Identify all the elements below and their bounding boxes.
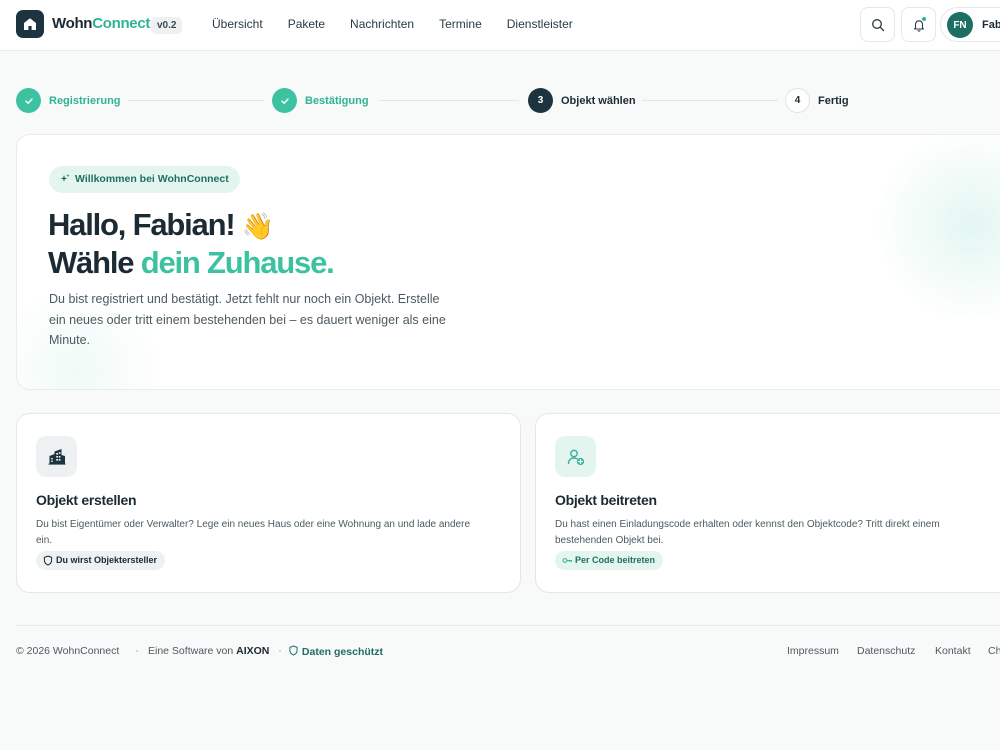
user-name: Fab [982, 19, 1000, 31]
step-connector [379, 100, 519, 101]
check-icon [280, 97, 289, 104]
step-connector [128, 100, 264, 101]
footer-link-truncated[interactable]: Ch [988, 645, 1000, 657]
footer-separator [136, 650, 138, 652]
key-icon [562, 558, 572, 563]
nav-pakete[interactable]: Pakete [288, 17, 325, 31]
creator-badge: Du wirst Objektersteller [36, 551, 166, 570]
join-object-card[interactable]: Objekt beitreten Du hast einen Einladung… [535, 413, 1000, 593]
step-connector [642, 100, 778, 101]
step-fertig-number: 4 [785, 88, 810, 113]
search-button[interactable] [860, 7, 895, 42]
footer-link-impressum[interactable]: Impressum [787, 645, 839, 657]
nav-nachrichten[interactable]: Nachrichten [350, 17, 414, 31]
card-title: Objekt beitreten [555, 492, 657, 508]
footer-separator [279, 650, 281, 652]
shield-icon [43, 555, 53, 566]
nav-dienstleister[interactable]: Dienstleister [507, 17, 573, 31]
footer-software-credit: Eine Software von AIXON [148, 645, 270, 657]
step-objekt-waehlen-number: 3 [528, 88, 553, 113]
main-nav: Übersicht Pakete Nachrichten Termine Die… [212, 17, 598, 31]
hero-description: Du bist registriert und bestätigt. Jetzt… [49, 292, 446, 347]
version-badge: v0.2 [151, 17, 183, 34]
card-title: Objekt erstellen [36, 492, 137, 508]
nav-termine[interactable]: Termine [439, 17, 482, 31]
user-plus-icon [555, 436, 596, 477]
welcome-hero-card: Willkommen bei WohnConnect Hallo, Fabian… [16, 134, 1000, 390]
waving-hand-icon: 👋 [241, 212, 275, 242]
step-label-bestaetigung: Bestätigung [305, 95, 369, 107]
step-label-fertig: Fertig [818, 95, 849, 107]
sparkle-icon [60, 174, 70, 182]
shield-icon [289, 645, 298, 656]
search-icon [871, 18, 884, 31]
notification-dot [922, 17, 926, 21]
check-icon [24, 97, 33, 104]
notifications-button[interactable] [901, 7, 936, 42]
footer-privacy-badge: Daten geschützt [288, 645, 383, 658]
join-by-code-badge[interactable]: Per Code beitreten [555, 551, 664, 570]
welcome-pill: Willkommen bei WohnConnect [49, 166, 240, 193]
footer-link-kontakt[interactable]: Kontakt [935, 645, 971, 657]
step-label-objekt-waehlen: Objekt wählen [561, 95, 636, 107]
footer-link-datenschutz[interactable]: Datenschutz [857, 645, 915, 657]
decorative-glow [872, 135, 1000, 325]
create-object-card[interactable]: Objekt erstellen Du bist Eigentümer oder… [16, 413, 521, 593]
brand-name[interactable]: WohnConnect [52, 15, 150, 32]
logo-home-icon[interactable] [16, 10, 44, 38]
card-description: Du hast einen Einladungscode erhalten od… [555, 519, 940, 546]
top-navigation-bar: WohnConnect v0.2 Übersicht Pakete Nachri… [0, 0, 1000, 51]
greeting-text: Hallo, Fabian! [48, 207, 236, 242]
building-icon [36, 436, 77, 477]
avatar: FN [947, 12, 973, 38]
footer-divider [16, 625, 1000, 626]
footer-copyright: © 2026 WohnConnect [16, 645, 120, 657]
step-label-registrierung: Registrierung [49, 95, 121, 107]
nav-uebersicht[interactable]: Übersicht [212, 17, 263, 31]
card-description: Du bist Eigentümer oder Verwalter? Lege … [36, 519, 470, 546]
heading-accent: dein Zuhause. [140, 245, 335, 280]
step-registrierung-check [16, 88, 41, 113]
step-bestaetigung-check [272, 88, 297, 113]
user-menu[interactable]: FN Fab [940, 7, 1000, 42]
hero-heading: Hallo, Fabian! 👋 Wähle dein Zuhause. [48, 207, 335, 280]
